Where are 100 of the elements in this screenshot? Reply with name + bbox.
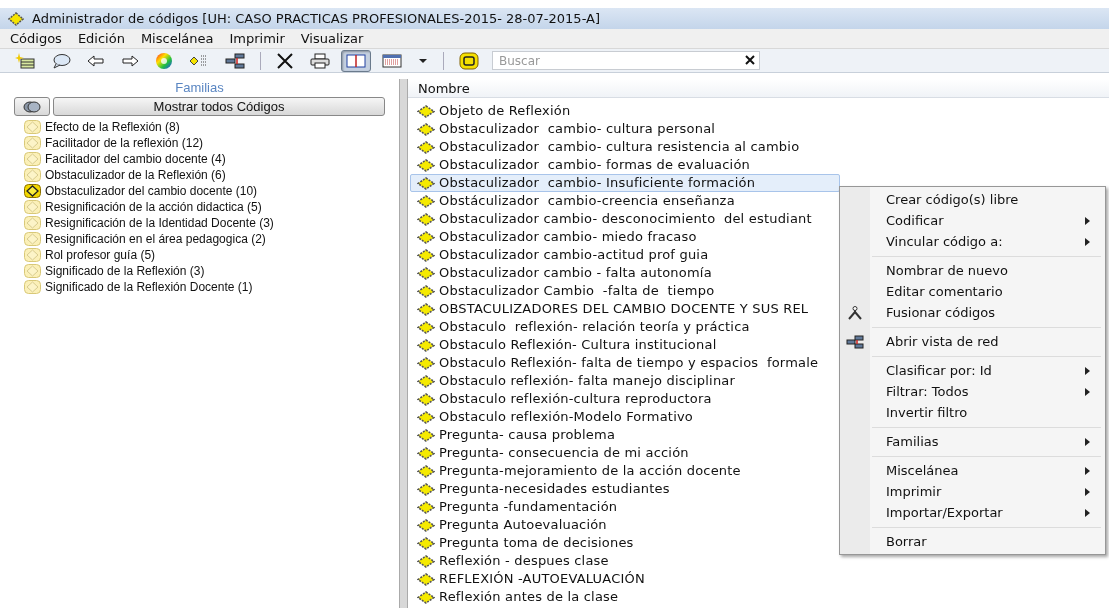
menu-item[interactable]: Codificar (870, 210, 1105, 231)
code-icon (417, 536, 435, 550)
left-arrow-icon (87, 54, 105, 67)
code-icon (417, 104, 435, 118)
code-row[interactable]: Obstaculizador cambio- formas de evaluación (410, 156, 840, 174)
code-icon (417, 338, 435, 352)
code-icon (417, 572, 435, 586)
code-row[interactable]: Obstaculo Reflexión- falta de tiempo y espacios formale (410, 354, 840, 372)
family-item[interactable]: Obstaculizador de la Reflexión (6) (45, 166, 226, 184)
menu-item[interactable]: Borrar (870, 531, 1105, 552)
app-icon (8, 11, 24, 26)
submenu-arrow-icon (1085, 487, 1090, 496)
window-title: Administrador de códigos [UH: CASO PRACTICAS PROFESIONALES-2015- 28-07-2015-A] (32, 9, 600, 28)
code-list-icon (189, 53, 209, 68)
family-item[interactable]: Facilitador de la reflexión (12) (45, 134, 204, 152)
code-row[interactable]: Obstaculo reflexión-cultura reproductora (410, 390, 840, 408)
code-icon (417, 212, 435, 226)
code-icon (417, 374, 435, 388)
menu-item[interactable]: Vincular código a: (870, 231, 1105, 252)
right-arrow-icon (121, 54, 139, 67)
families-button[interactable] (14, 97, 50, 116)
submenu-arrow-icon (1085, 366, 1090, 375)
code-row[interactable]: Reflexión antes de la clase (410, 588, 840, 606)
speech-bubble-icon (51, 52, 71, 69)
family-item[interactable]: Efecto de la Reflexión (8) (45, 118, 180, 136)
menu-item[interactable]: Edición (77, 28, 125, 49)
family-item[interactable]: Rol profesor guía (5) (45, 246, 156, 264)
code-row[interactable]: Obstaculizador cambio - falta autonomía (410, 264, 840, 282)
menu-item[interactable]: Miscelánea (870, 460, 1105, 481)
code-row[interactable]: Pregunta- consecuencia de mi acción (410, 444, 840, 462)
family-item[interactable]: Significado de la Reflexión (3) (45, 262, 205, 280)
family-item[interactable]: Resignificación de la Identidad Docente (3) (45, 214, 274, 232)
code-row[interactable]: Obstáculizador cambio-creencia enseñanza (410, 192, 840, 210)
menu-item[interactable]: Importar/Exportar (870, 502, 1105, 523)
menu-item[interactable]: Visualizar (300, 28, 364, 49)
code-icon (417, 302, 435, 316)
code-row[interactable]: Pregunta-necesidades estudiantes (410, 480, 840, 498)
code-icon (417, 500, 435, 514)
code-row[interactable]: Pregunta -fundamentación (410, 498, 840, 516)
menu-item[interactable]: Nombrar de nuevo (870, 260, 1105, 281)
code-icon (417, 194, 435, 208)
family-item[interactable]: Obstaculizador del cambio docente (10) (45, 182, 258, 200)
menu-item[interactable]: Invertir filtro (870, 402, 1105, 423)
split-view-icon (346, 53, 366, 68)
submenu-arrow-icon (1085, 466, 1090, 475)
code-icon (417, 482, 435, 496)
submenu-arrow-icon (1085, 508, 1090, 517)
code-row[interactable]: Obstaculizador cambio- Insuficiente formación (410, 174, 840, 192)
grid-view-icon (382, 53, 402, 68)
code-row[interactable]: Obstaculo Reflexión- Cultura institucional (410, 336, 840, 354)
color-wheel-icon (155, 51, 173, 70)
code-row[interactable]: OBSTACULIZADORES DEL CAMBIO DOCENTE Y SUS REL (410, 300, 840, 318)
code-icon (417, 464, 435, 478)
menu-item[interactable]: Familias (870, 431, 1105, 452)
code-row[interactable]: Obstaculizador cambio- cultura personal (410, 120, 840, 138)
menu-item[interactable]: Imprimir (870, 481, 1105, 502)
code-row[interactable]: Reflexión - despues clase (410, 552, 840, 570)
code-icon (417, 392, 435, 406)
code-row[interactable]: Obstaculizador cambio- miedo fracaso (410, 228, 840, 246)
code-row[interactable]: Obstaculizador cambio-actitud prof guia (410, 246, 840, 264)
menu-item[interactable]: Imprimir (229, 28, 285, 49)
search-field[interactable]: Buscar (492, 51, 760, 70)
code-icon (417, 122, 435, 136)
code-row[interactable]: Pregunta- causa problema (410, 426, 840, 444)
menu-item[interactable]: Miscelánea (140, 28, 214, 49)
family-item[interactable]: Significado de la Reflexión Docente (1) (45, 278, 253, 296)
family-item[interactable]: Resignificación de la acción didactica (5) (45, 198, 262, 216)
code-icon (417, 518, 435, 532)
code-row[interactable]: Obstaculizador Cambio -falta de tiempo (410, 282, 840, 300)
menu-item[interactable]: Clasificar por: Id (870, 360, 1105, 381)
code-row[interactable]: Pregunta-mejoramiento de la acción docente (410, 462, 840, 480)
code-icon (417, 446, 435, 460)
network-view-icon (846, 334, 864, 349)
menu-item[interactable]: Códigos (10, 28, 62, 49)
code-icon (417, 176, 435, 190)
menu-item[interactable]: Editar comentario (870, 281, 1105, 302)
code-row[interactable]: Obstaculo reflexión-Modelo Formativo (410, 408, 840, 426)
new-code-icon (15, 52, 35, 69)
family-item[interactable]: Facilitador del cambio docente (4) (45, 150, 226, 168)
menu-item[interactable]: Crear código(s) libre (870, 189, 1105, 210)
menu-item[interactable]: Abrir vista de red (870, 331, 1105, 352)
code-icon (417, 410, 435, 424)
code-row[interactable]: Obstaculo reflexión- relación teoría y práctica (410, 318, 840, 336)
menu-item[interactable]: Fusionar códigos (870, 302, 1105, 323)
family-item[interactable]: Resignificación en el área pedagogica (2) (45, 230, 266, 248)
show-all-codes-button[interactable]: Mostrar todos Códigos (53, 97, 385, 116)
code-row[interactable]: Pregunta toma de decisiones (410, 534, 840, 552)
code-icon (459, 51, 479, 70)
code-row[interactable]: Obstaculizador cambio- cultura resistencia al cambio (410, 138, 840, 156)
code-icon (417, 266, 435, 280)
code-row[interactable]: REFLEXIÓN -AUTOEVALUACIÓN (410, 570, 840, 588)
code-row[interactable]: Obstaculizador cambio- desconocimiento del estudiant (410, 210, 840, 228)
code-icon (417, 320, 435, 334)
clear-icon[interactable] (744, 54, 756, 66)
code-row[interactable]: Obstaculo reflexión- falta manejo disciplinar (410, 372, 840, 390)
submenu-arrow-icon (1085, 216, 1090, 225)
menu-item[interactable]: Filtrar: Todos (870, 381, 1105, 402)
code-row[interactable]: Objeto de Reflexión (410, 102, 840, 120)
code-icon (417, 248, 435, 262)
code-row[interactable]: Pregunta Autoevaluación (410, 516, 840, 534)
